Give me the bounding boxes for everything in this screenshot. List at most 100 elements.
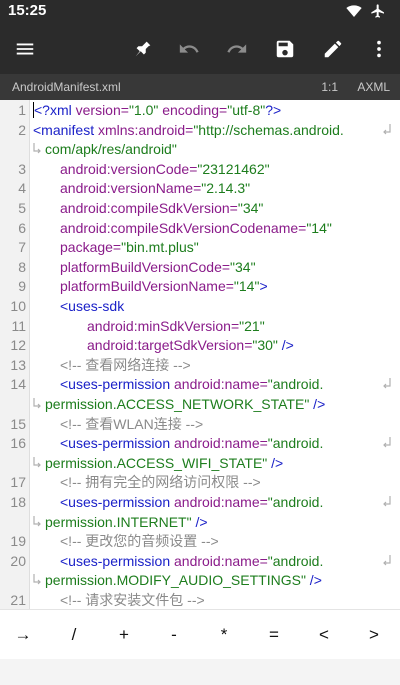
line-number: 13 <box>10 356 26 373</box>
symbol-key[interactable]: = <box>259 620 289 650</box>
code-token: android:minSdkVersion= <box>87 317 240 334</box>
save-icon[interactable] <box>272 36 298 62</box>
code-text: android:versionCode="23121462" <box>60 160 270 180</box>
code-line[interactable]: 1 <?xml version="1.0" encoding="utf-8"?> <box>0 101 400 121</box>
code-line[interactable]: 2 <manifest xmlns:android="http://schemas… <box>0 121 400 141</box>
code-token: "14" <box>306 219 332 236</box>
code-line[interactable]: 16 <uses-permission android:name="android… <box>0 434 400 454</box>
wrap-continue-icon <box>32 515 42 529</box>
code-line[interactable]: 20 <uses-permission android:name="android… <box>0 552 400 572</box>
code-token: encoding= <box>158 102 228 118</box>
code-token: permission.MODIFY_AUDIO_SETTINGS" <box>45 572 306 589</box>
code-token: "android. <box>267 552 324 569</box>
redo-icon[interactable] <box>224 36 250 62</box>
code-text: <uses-permission android:name="android. <box>60 493 323 513</box>
code-line[interactable]: 15 <!-- 查看WLAN连接 --> <box>0 415 400 435</box>
status-icons <box>346 3 386 19</box>
code-editor[interactable]: 1 <?xml version="1.0" encoding="utf-8"?> 2… <box>0 100 400 609</box>
code-line[interactable]: 9 platformBuildVersionName="14"> <box>0 277 400 297</box>
code-text: <!-- 请求安装文件包 --> <box>60 591 205 609</box>
pin-icon[interactable] <box>130 36 156 62</box>
code-line[interactable]: 5 android:compileSdkVersion="34" <box>0 199 400 219</box>
code-token: <uses-permission <box>60 435 171 452</box>
status-time: 15:25 <box>8 2 47 19</box>
code-line[interactable]: 14 <uses-permission android:name="android… <box>0 375 400 395</box>
code-line[interactable]: permission.ACCESS_WIFI_STATE" /> <box>0 454 400 474</box>
code-token: permission.INTERNET" <box>45 513 192 530</box>
line-number: 14 <box>10 376 26 393</box>
undo-icon[interactable] <box>176 36 202 62</box>
code-token: version= <box>71 102 129 118</box>
line-number: 8 <box>18 258 26 275</box>
code-token: android:name= <box>170 376 268 393</box>
line-number: 9 <box>18 278 26 295</box>
code-line[interactable]: permission.INTERNET" /> <box>0 513 400 533</box>
wrap-continue-icon <box>32 397 42 411</box>
line-number: 1 <box>18 102 26 118</box>
code-text: android:versionName="2.14.3" <box>60 179 250 199</box>
file-name: AndroidManifest.xml <box>12 80 121 94</box>
code-token: <!-- 查看网络连接 --> <box>60 356 191 373</box>
code-token: "android. <box>267 435 324 452</box>
code-token: /> <box>277 337 294 354</box>
code-line[interactable]: 13 <!-- 查看网络连接 --> <box>0 356 400 376</box>
code-line[interactable]: permission.ACCESS_NETWORK_STATE" /> <box>0 395 400 415</box>
code-line[interactable]: 19 <!-- 更改您的音频设置 --> <box>0 532 400 552</box>
more-icon[interactable] <box>366 36 392 62</box>
code-token: <manifest <box>33 121 95 138</box>
code-line[interactable]: com/apk/res/android" <box>0 140 400 160</box>
symbol-key[interactable]: * <box>209 620 239 650</box>
code-text: <?xml version="1.0" encoding="utf-8"?> <box>33 101 281 121</box>
code-line[interactable]: 18 <uses-permission android:name="android… <box>0 493 400 513</box>
code-line[interactable]: 3 android:versionCode="23121462" <box>0 160 400 180</box>
symbol-key[interactable]: > <box>359 620 389 650</box>
navigation-bar <box>0 659 400 685</box>
code-text: <!-- 更改您的音频设置 --> <box>60 532 219 552</box>
code-token: package= <box>60 239 122 256</box>
line-number: 18 <box>10 494 26 510</box>
code-text: package="bin.mt.plus" <box>60 238 199 258</box>
code-token: "21" <box>239 317 265 334</box>
symbol-key[interactable]: → <box>8 620 38 650</box>
symbol-key[interactable]: / <box>59 620 89 650</box>
code-token: android:name= <box>170 435 268 452</box>
code-token: permission.ACCESS_NETWORK_STATE" <box>45 396 310 412</box>
code-line[interactable]: 8 platformBuildVersionCode="34" <box>0 258 400 278</box>
wrap-continue-icon <box>32 573 42 587</box>
line-number: 20 <box>10 552 26 569</box>
code-token: android:versionCode= <box>60 160 198 177</box>
code-token: <?xml <box>34 102 72 118</box>
code-token: android:name= <box>170 552 268 569</box>
code-line[interactable]: 4 android:versionName="2.14.3" <box>0 179 400 199</box>
symbol-key[interactable]: - <box>159 620 189 650</box>
menu-icon[interactable] <box>12 36 38 62</box>
edit-icon[interactable] <box>320 36 346 62</box>
symbol-key[interactable]: < <box>309 620 339 650</box>
code-token: "2.14.3" <box>201 180 251 197</box>
line-number: 16 <box>10 435 26 452</box>
code-line[interactable]: 7 package="bin.mt.plus" <box>0 238 400 258</box>
line-number: 11 <box>11 317 26 334</box>
code-text: <uses-permission android:name="android. <box>60 375 323 395</box>
code-line[interactable]: 21 <!-- 请求安装文件包 --> <box>0 591 400 609</box>
code-token: "23121462" <box>197 160 270 177</box>
code-token: <uses-permission <box>60 552 171 569</box>
wrap-arrow-icon <box>382 495 392 509</box>
code-token: "utf-8" <box>227 102 266 118</box>
airplane-icon <box>371 4 384 18</box>
code-line[interactable]: 6 android:compileSdkVersionCodename="14" <box>0 219 400 239</box>
code-token: "android. <box>267 494 324 510</box>
wrap-arrow-icon <box>382 436 392 450</box>
code-text: permission.INTERNET" /> <box>45 513 208 533</box>
line-number: 2 <box>18 121 26 138</box>
code-line[interactable]: 11 android:minSdkVersion="21" <box>0 317 400 337</box>
symbol-key[interactable]: + <box>109 620 139 650</box>
code-token: /> <box>309 396 326 412</box>
code-line[interactable]: 12 android:targetSdkVersion="30" /> <box>0 336 400 356</box>
code-line[interactable]: permission.MODIFY_AUDIO_SETTINGS" /> <box>0 571 400 591</box>
code-token: "http://schemas.android. <box>193 121 344 138</box>
code-text: <uses-sdk <box>60 297 124 317</box>
code-line[interactable]: 10 <uses-sdk <box>0 297 400 317</box>
code-token: /> <box>305 572 322 589</box>
code-line[interactable]: 17 <!-- 拥有完全的网络访问权限 --> <box>0 473 400 493</box>
